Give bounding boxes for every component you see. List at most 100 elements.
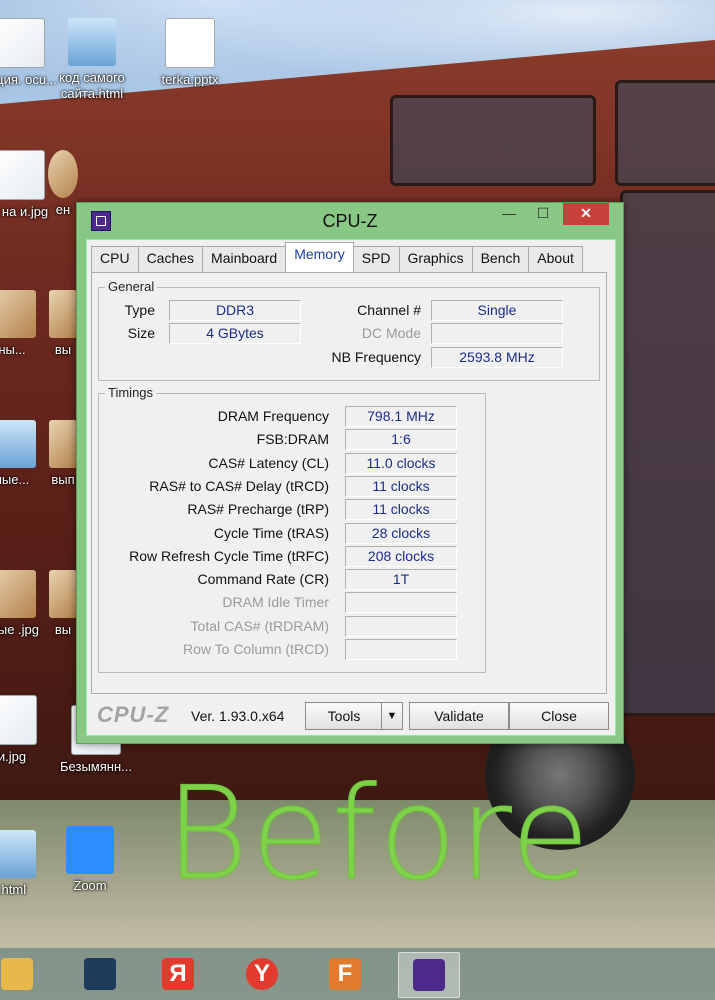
taskbar-yandex-browser[interactable]: Я: [153, 952, 203, 996]
timing-value: [345, 615, 457, 637]
desktop-icon[interactable]: ен: [48, 150, 78, 218]
desktop-icon[interactable]: ны...: [0, 290, 54, 358]
taskbar-fences[interactable]: F: [320, 952, 370, 996]
version-label: Ver. 1.93.0.x64: [191, 708, 285, 724]
desktop-icon-label: terka.pptx: [161, 72, 219, 87]
timing-label: Command Rate (CR): [197, 571, 329, 588]
tab-about[interactable]: About: [528, 246, 583, 272]
notepad-icon: [0, 830, 36, 878]
tools-dropdown-arrow[interactable]: ▼: [381, 702, 403, 730]
timings-group-title: Timings: [105, 385, 157, 400]
size-label: Size: [127, 325, 155, 341]
desktop-icon-label: ные...: [0, 472, 30, 487]
timing-label: FSB:DRAM: [256, 431, 329, 448]
desktop-icon-label: Zoom: [73, 878, 107, 893]
timing-value: 798.1 MHz: [345, 406, 457, 427]
timing-label: RAS# Precharge (tRP): [187, 501, 329, 518]
tab-memory[interactable]: Memory: [285, 242, 354, 272]
tab-cpu[interactable]: CPU: [91, 246, 139, 272]
tab-bar: CPU Caches Mainboard Memory SPD Graphics…: [91, 242, 583, 272]
image-file-icon: [0, 150, 45, 200]
desktop-icon-label: кные .jpg: [0, 622, 39, 637]
image-file-icon: [0, 695, 37, 745]
taskbar-file-explorer[interactable]: [0, 952, 42, 996]
close-button[interactable]: Close: [509, 702, 609, 730]
channel-label: Channel #: [357, 302, 421, 318]
ms-store-icon: [84, 958, 116, 990]
tools-button[interactable]: Tools: [305, 702, 383, 730]
dc-mode-value: [431, 323, 563, 344]
raccoon-icon: [48, 150, 78, 198]
photo-icon: [49, 290, 77, 338]
desktop-icon-label: и.jpg: [0, 749, 27, 764]
desktop-icon-zoom[interactable]: Zoom: [48, 826, 132, 894]
timing-label: Cycle Time (tRAS): [213, 524, 329, 541]
tab-mainboard[interactable]: Mainboard: [202, 246, 287, 272]
timing-value: 208 clocks: [345, 545, 457, 567]
timing-label: DRAM Idle Timer: [222, 594, 329, 611]
maximize-button[interactable]: ☐: [528, 203, 558, 225]
notepad-icon: [68, 18, 116, 66]
yandex-icon: Y: [246, 958, 278, 990]
titlebar[interactable]: CPU-Z — ☐ ✕: [77, 203, 623, 237]
minimize-button[interactable]: —: [494, 203, 524, 225]
desktop-icon[interactable]: код самого сайта.html: [50, 18, 134, 102]
photo-icon: [0, 570, 36, 618]
nb-frequency-label: NB Frequency: [331, 349, 421, 365]
yandex-browser-icon: Я: [162, 958, 194, 990]
tab-graphics[interactable]: Graphics: [398, 246, 473, 272]
taskbar-ms-store[interactable]: [75, 952, 125, 996]
photo-icon: [49, 570, 77, 618]
validate-button[interactable]: Validate: [409, 702, 509, 730]
taskbar-cpuz[interactable]: [398, 952, 460, 998]
timing-label: Row Refresh Cycle Time (tRFC): [129, 547, 329, 564]
taskbar-yandex[interactable]: Y: [237, 952, 287, 996]
desktop-icon[interactable]: кные .jpg: [0, 570, 54, 638]
cpuz-icon: [413, 959, 445, 991]
timings-group: Timings DRAM Frequency 798.1 MHz FSB:DRAM 1…: [98, 385, 486, 673]
bus-window: [615, 80, 715, 186]
desktop-icon[interactable]: ные...: [0, 420, 54, 488]
timing-label: DRAM Frequency: [217, 408, 329, 424]
desktop-icon-label: вы: [54, 622, 72, 637]
desktop-icon[interactable]: terka.pptx: [148, 18, 232, 88]
cpuz-window: CPU-Z — ☐ ✕ CPU Caches Mainboard Memory …: [76, 202, 624, 744]
desktop-icon[interactable]: вы: [48, 290, 78, 358]
before-overlay-text: Before: [165, 760, 592, 910]
dc-mode-label: DC Mode: [361, 325, 421, 341]
timing-value: [345, 639, 457, 660]
type-value: DDR3: [169, 300, 301, 321]
bus-window: [620, 190, 715, 716]
type-label: Type: [124, 302, 155, 318]
footer-bar: CPU-Z Ver. 1.93.0.x64 Tools ▼ Validate C…: [87, 696, 615, 734]
notepad-icon: [0, 420, 36, 468]
timing-label: Total CAS# (tRDRAM): [190, 617, 329, 634]
document-icon: [0, 18, 45, 68]
desktop-icon[interactable]: .html: [0, 830, 54, 898]
timing-value: 1T: [345, 569, 457, 591]
timing-label: Row To Column (tRCD): [183, 641, 329, 657]
tab-spd[interactable]: SPD: [352, 246, 400, 272]
channel-value: Single: [431, 300, 563, 321]
timing-label: RAS# to CAS# Delay (tRCD): [149, 477, 329, 494]
desktop-icon[interactable]: вы: [48, 570, 78, 638]
tab-bench[interactable]: Bench: [471, 246, 530, 272]
desktop-icon-label: ны...: [0, 342, 26, 357]
memory-panel: General Type DDR3 Size 4 GBytes Channel …: [91, 272, 607, 694]
desktop-icon-label: с на и.jpg: [0, 204, 49, 219]
fences-icon: F: [329, 958, 361, 990]
photo-icon: [49, 420, 77, 468]
bus-window: [390, 95, 596, 186]
desktop-icon[interactable]: вып: [48, 420, 78, 488]
desktop-icon-label: вып: [51, 472, 75, 487]
desktop-icon-label: тация. ocu...: [0, 72, 57, 87]
close-window-button[interactable]: ✕: [563, 203, 609, 225]
timing-value: 11 clocks: [345, 499, 457, 521]
timing-label: CAS# Latency (CL): [208, 454, 329, 471]
timing-value: 11 clocks: [345, 475, 457, 497]
desktop-icon-label: .html: [0, 882, 27, 897]
cpuz-brand-logo: CPU-Z: [97, 702, 170, 727]
desktop-icon-label: Безымянн...: [60, 759, 132, 774]
general-group: General Type DDR3 Size 4 GBytes Channel …: [98, 279, 600, 381]
tab-caches[interactable]: Caches: [137, 246, 204, 272]
